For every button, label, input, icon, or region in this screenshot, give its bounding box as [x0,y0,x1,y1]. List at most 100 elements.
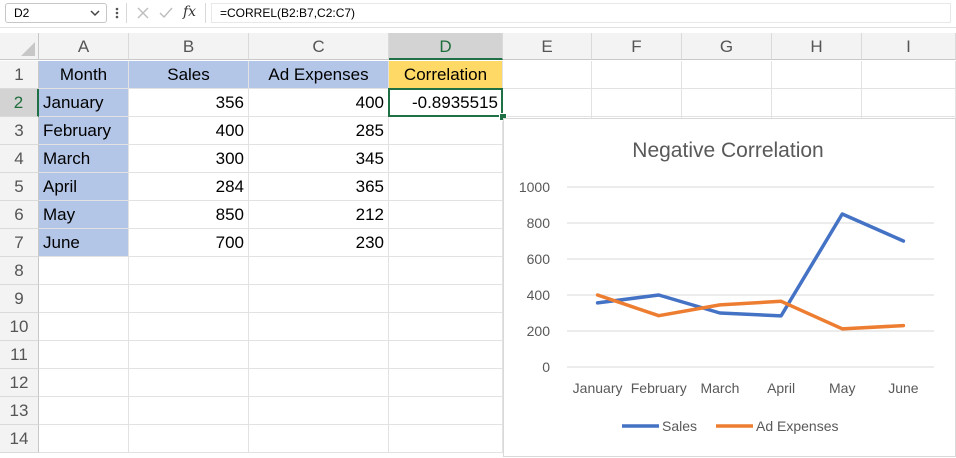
cell-d3[interactable] [389,117,503,145]
column-header-h[interactable]: H [772,33,862,60]
insert-function-button[interactable]: fx [183,4,196,20]
column-header-i[interactable]: I [862,33,956,60]
cell-d10[interactable] [389,313,503,341]
series-line-sales[interactable] [598,214,904,316]
cell-g2[interactable] [682,89,772,117]
cell-a9[interactable] [39,285,129,313]
column-header-a[interactable]: A [39,33,129,60]
cell-e1[interactable] [503,61,592,89]
month-cell[interactable]: May [39,201,129,229]
ad-expenses-cell[interactable]: 400 [249,89,389,117]
header-ad-expenses-cell[interactable]: Ad Expenses [249,61,389,89]
cell-h1[interactable] [772,61,862,89]
cell-i2[interactable] [862,89,956,117]
cell-c10[interactable] [249,313,389,341]
row-header-10[interactable]: 10 [0,313,39,341]
cell-a14[interactable] [39,425,129,453]
cell-h2[interactable] [772,89,862,117]
formula-input[interactable]: =CORREL(B2:B7,C2:C7) [211,3,951,23]
month-cell[interactable]: March [39,145,129,173]
row-header-14[interactable]: 14 [0,425,39,453]
series-line-ad-expenses[interactable] [598,295,904,329]
cell-d4[interactable] [389,145,503,173]
column-header-f[interactable]: F [592,33,682,60]
cell-c9[interactable] [249,285,389,313]
legend-label[interactable]: Sales [662,418,697,434]
month-cell[interactable]: June [39,229,129,257]
row-header-11[interactable]: 11 [0,341,39,369]
select-all-button[interactable] [0,33,39,60]
cell-a8[interactable] [39,257,129,285]
ad-expenses-cell[interactable]: 212 [249,201,389,229]
column-header-g[interactable]: G [682,33,772,60]
row-header-13[interactable]: 13 [0,397,39,425]
sales-cell[interactable]: 284 [129,173,249,201]
cell-d5[interactable] [389,173,503,201]
column-header-d[interactable]: D [389,33,503,60]
header-correlation-cell[interactable]: Correlation [389,61,503,89]
header-sales-cell[interactable]: Sales [129,61,249,89]
cell-b12[interactable] [129,369,249,397]
cell-b8[interactable] [129,257,249,285]
cell-a11[interactable] [39,341,129,369]
cell-b13[interactable] [129,397,249,425]
cell-a13[interactable] [39,397,129,425]
row-header-4[interactable]: 4 [0,145,39,173]
cell-e2[interactable] [503,89,592,117]
sales-cell[interactable]: 356 [129,89,249,117]
enter-check-icon[interactable] [158,5,174,21]
ad-expenses-cell[interactable]: 285 [249,117,389,145]
ad-expenses-cell[interactable]: 230 [249,229,389,257]
column-header-c[interactable]: C [249,33,389,60]
cell-b10[interactable] [129,313,249,341]
ad-expenses-cell[interactable]: 345 [249,145,389,173]
chevron-down-icon[interactable] [88,5,102,21]
line-chart[interactable]: Negative Correlation02004006008001000Jan… [503,118,956,457]
row-header-3[interactable]: 3 [0,117,39,145]
row-header-1[interactable]: 1 [0,61,39,89]
cell-b14[interactable] [129,425,249,453]
cell-d8[interactable] [389,257,503,285]
cell-c14[interactable] [249,425,389,453]
row-header-12[interactable]: 12 [0,369,39,397]
cell-a10[interactable] [39,313,129,341]
month-cell[interactable]: April [39,173,129,201]
column-header-b[interactable]: B [129,33,249,60]
legend-label[interactable]: Ad Expenses [756,418,839,434]
month-cell[interactable]: January [39,89,129,117]
cell-f1[interactable] [592,61,682,89]
cell-d9[interactable] [389,285,503,313]
cell-g1[interactable] [682,61,772,89]
cell-c8[interactable] [249,257,389,285]
column-header-e[interactable]: E [503,33,592,60]
row-header-8[interactable]: 8 [0,257,39,285]
cell-i1[interactable] [862,61,956,89]
cancel-icon[interactable] [135,5,151,21]
cell-d6[interactable] [389,201,503,229]
name-box[interactable]: D2 [5,3,107,23]
cell-a12[interactable] [39,369,129,397]
cell-d13[interactable] [389,397,503,425]
row-header-7[interactable]: 7 [0,229,39,257]
more-options-icon[interactable] [113,5,121,21]
cell-d11[interactable] [389,341,503,369]
month-cell[interactable]: February [39,117,129,145]
cell-d7[interactable] [389,229,503,257]
cell-b9[interactable] [129,285,249,313]
cell-b11[interactable] [129,341,249,369]
cell-c12[interactable] [249,369,389,397]
cell-f2[interactable] [592,89,682,117]
row-header-6[interactable]: 6 [0,201,39,229]
cell-c11[interactable] [249,341,389,369]
row-header-2[interactable]: 2 [0,89,39,117]
sales-cell[interactable]: 700 [129,229,249,257]
ad-expenses-cell[interactable]: 365 [249,173,389,201]
cell-c13[interactable] [249,397,389,425]
sales-cell[interactable]: 300 [129,145,249,173]
cell-d12[interactable] [389,369,503,397]
sales-cell[interactable]: 850 [129,201,249,229]
header-month-cell[interactable]: Month [39,61,129,89]
sales-cell[interactable]: 400 [129,117,249,145]
cell-d14[interactable] [389,425,503,453]
row-header-5[interactable]: 5 [0,173,39,201]
